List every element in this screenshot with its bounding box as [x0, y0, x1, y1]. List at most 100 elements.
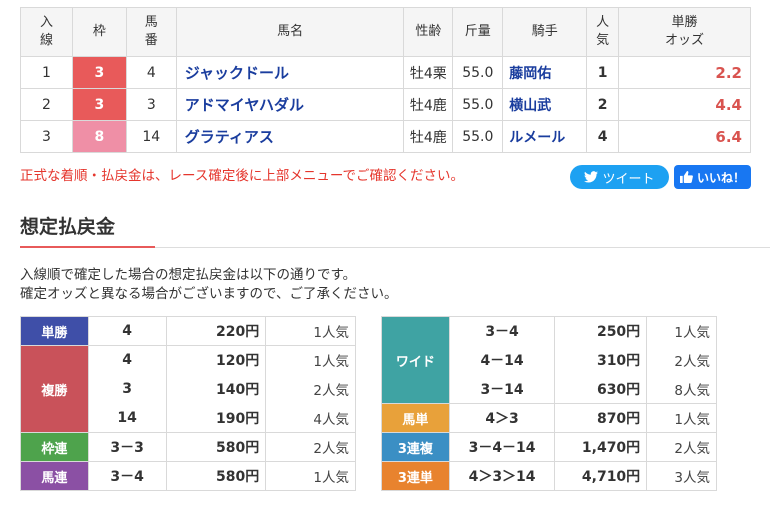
payout-row: 複勝 4 120円 1人気 — [20, 345, 356, 433]
header-waku: 枠 — [71, 7, 127, 57]
header-popularity: 人 気 — [586, 7, 620, 57]
payout-row: 単勝 4 220円 1人気 — [20, 316, 356, 346]
payout-yen: 310円 — [554, 345, 648, 375]
section-divider — [155, 247, 770, 248]
payout-row: ワイド 3－4 250円 1人気 — [381, 316, 717, 404]
result-row: 2 3 3 アドマイヤハダル 牡4鹿 55.0 横山武 2 4.4 — [20, 88, 751, 121]
sexage-cell: 牡4栗 — [403, 56, 454, 89]
odds-cell: 2.2 — [618, 56, 751, 89]
section-underline — [20, 246, 155, 248]
jockey-link[interactable]: ルメール — [502, 120, 588, 153]
payout-yen: 630円 — [554, 374, 648, 404]
payout-yen: 250円 — [554, 316, 648, 346]
payout-yen: 1,470円 — [554, 432, 648, 462]
like-button[interactable]: いいね！ — [674, 165, 751, 189]
payout-number: 3－14 — [448, 374, 556, 404]
desc-line: 入線順で確定した場合の想定払戻金は以下の通りです。 — [20, 267, 357, 283]
payout-table-right: ワイド 3－4 250円 1人気 4－14 310円 2人気 3－14 630円… — [381, 316, 717, 491]
weight-cell: 55.0 — [452, 120, 504, 153]
header-rank-label: 入 線 — [39, 15, 53, 48]
wide-label: ワイド — [381, 316, 450, 404]
payout-popularity: 1人気 — [265, 316, 356, 346]
payout-yen: 580円 — [165, 461, 267, 491]
header-odds-label: 単勝 オッズ — [665, 15, 705, 48]
payout-popularity: 1人気 — [265, 461, 356, 491]
popularity-cell: 4 — [586, 120, 620, 153]
payout-row: 3連単 4＞3＞14 4,710円 3人気 — [381, 461, 717, 491]
payout-number: 3 — [87, 374, 167, 404]
payout-popularity: 1人気 — [646, 316, 717, 346]
umaban-cell: 4 — [125, 56, 177, 89]
payout-number: 3－3 — [87, 432, 167, 462]
header-odds: 単勝 オッズ — [618, 7, 751, 57]
result-row: 3 8 14 グラティアス 牡4鹿 55.0 ルメール 4 6.4 — [20, 120, 751, 153]
wakuren-label: 枠連 — [20, 432, 89, 462]
payout-number: 4＞3 — [448, 403, 556, 433]
section-title: 想定払戻金 — [20, 216, 116, 238]
waku-cell: 8 — [71, 120, 127, 153]
notice-text: 正式な着順・払戻金は、レース確定後に上部メニューでご確認ください。 — [20, 168, 465, 184]
payout-number: 3－4 — [448, 316, 556, 346]
payout-number: 14 — [87, 403, 167, 433]
sanrenpuku-label: 3連複 — [381, 432, 450, 462]
payout-yen: 190円 — [165, 403, 267, 433]
header-name: 馬名 — [175, 7, 405, 57]
horse-name-link[interactable]: ジャックドール — [175, 56, 405, 89]
weight-cell: 55.0 — [452, 88, 504, 121]
payout-yen: 140円 — [165, 374, 267, 404]
payout-popularity: 3人気 — [646, 461, 717, 491]
odds-cell: 6.4 — [618, 120, 751, 153]
payout-number: 4－14 — [448, 345, 556, 375]
payout-popularity: 4人気 — [265, 403, 356, 433]
sexage-cell: 牡4鹿 — [403, 88, 454, 121]
umaren-label: 馬連 — [20, 461, 89, 491]
waku-cell: 3 — [71, 88, 127, 121]
fukusho-label: 複勝 — [20, 345, 89, 433]
weight-cell: 55.0 — [452, 56, 504, 89]
header-umaban: 馬 番 — [125, 7, 177, 57]
sanrentan-label: 3連単 — [381, 461, 450, 491]
payout-table-left: 単勝 4 220円 1人気 複勝 4 120円 1人気 3 140円 2人気 1… — [20, 316, 356, 491]
payout-description: 入線順で確定した場合の想定払戻金は以下の通りです。 確定オッズと異なる場合がござ… — [20, 266, 397, 304]
rank-cell: 2 — [20, 88, 73, 121]
payout-yen: 4,710円 — [554, 461, 648, 491]
header-rank: 入 線 — [20, 7, 73, 57]
like-label: いいね！ — [696, 170, 745, 185]
payout-row: 馬単 4＞3 870円 1人気 — [381, 403, 717, 433]
tweet-button[interactable]: ツイート — [570, 165, 669, 189]
waku-cell: 3 — [71, 56, 127, 89]
horse-name-link[interactable]: グラティアス — [175, 120, 405, 153]
sexage-cell: 牡4鹿 — [403, 120, 454, 153]
popularity-cell: 2 — [586, 88, 620, 121]
payout-row: 馬連 3－4 580円 1人気 — [20, 461, 356, 491]
payout-popularity: 2人気 — [265, 374, 356, 404]
payout-popularity: 8人気 — [646, 374, 717, 404]
payout-popularity: 2人気 — [646, 432, 717, 462]
payout-popularity: 2人気 — [646, 345, 717, 375]
payout-number: 3－4－14 — [448, 432, 556, 462]
result-row: 1 3 4 ジャックドール 牡4栗 55.0 藤岡佑 1 2.2 — [20, 56, 751, 89]
umatan-label: 馬単 — [381, 403, 450, 433]
payout-number: 4 — [87, 316, 167, 346]
header-sexage: 性齢 — [403, 7, 454, 57]
thumbs-up-icon — [679, 171, 693, 183]
payout-number: 4 — [87, 345, 167, 375]
jockey-link[interactable]: 横山武 — [502, 88, 588, 121]
payout-number: 3－4 — [87, 461, 167, 491]
umaban-cell: 14 — [125, 120, 177, 153]
popularity-cell: 1 — [586, 56, 620, 89]
payout-yen: 580円 — [165, 432, 267, 462]
payout-row: 3連複 3－4－14 1,470円 2人気 — [381, 432, 717, 462]
header-jockey: 騎手 — [502, 7, 588, 57]
payout-yen: 120円 — [165, 345, 267, 375]
tweet-label: ツイート — [602, 171, 655, 187]
horse-name-link[interactable]: アドマイヤハダル — [175, 88, 405, 121]
jockey-link[interactable]: 藤岡佑 — [502, 56, 588, 89]
payout-popularity: 1人気 — [646, 403, 717, 433]
umaban-cell: 3 — [125, 88, 177, 121]
race-results-table: 入 線 枠 馬 番 馬名 性齢 斤量 騎手 人 気 単勝 オッズ 1 3 4 ジ… — [20, 7, 751, 153]
header-weight: 斤量 — [452, 7, 504, 57]
results-header-row: 入 線 枠 馬 番 馬名 性齢 斤量 騎手 人 気 単勝 オッズ — [20, 7, 751, 57]
bird-icon — [584, 171, 599, 183]
odds-cell: 4.4 — [618, 88, 751, 121]
